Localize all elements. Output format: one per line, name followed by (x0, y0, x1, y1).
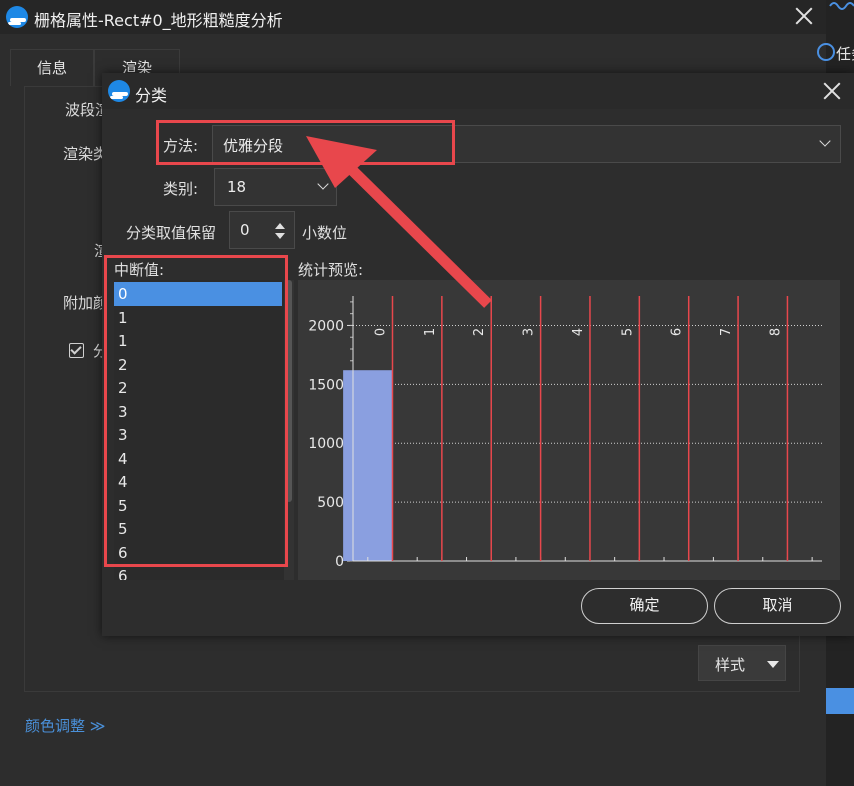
window-titlebar: 栅格属性-Rect#0_地形粗糙度分析 (0, 0, 826, 34)
chevron-down-icon (819, 135, 831, 147)
app-logo-icon (108, 80, 130, 102)
break-line-label: 5 (620, 328, 635, 336)
preview-label: 统计预览: (298, 261, 364, 279)
break-line-label: 8 (768, 328, 783, 336)
chevron-down-icon (317, 178, 329, 190)
method-highlight-box (156, 120, 455, 165)
decimal-label: 分类取值保留 (126, 224, 217, 242)
app-logo-icon (6, 6, 28, 28)
break-line-label: 1 (423, 328, 438, 336)
histogram-preview: 0 500 1000 1500 2000 0 1 2 3 4 5 6 7 8 (298, 280, 840, 580)
y-tick-label: 500 (317, 495, 344, 511)
break-line-label: 4 (571, 328, 586, 336)
decimal-unit: 小数位 (302, 224, 348, 242)
option-checkbox[interactable] (69, 343, 84, 358)
dialog-titlebar: 分类 (102, 73, 854, 109)
count-label: 类别: (163, 180, 199, 198)
decimal-spinbox[interactable]: 0 (229, 211, 295, 249)
close-icon[interactable] (794, 6, 814, 26)
tab-info[interactable]: 信息 (10, 49, 94, 86)
window-title: 栅格属性-Rect#0_地形粗糙度分析 (34, 11, 283, 30)
style-button-label: 样式 (715, 656, 746, 674)
histogram-chart: 0 500 1000 1500 2000 0 1 2 3 4 5 6 7 8 (308, 296, 822, 570)
decimal-value: 0 (240, 221, 250, 239)
dialog-title: 分类 (135, 86, 168, 105)
wave-icon (829, 2, 854, 10)
task-label: 任务 (836, 45, 854, 63)
cancel-button[interactable]: 取消 (714, 588, 841, 624)
histogram-bar (343, 370, 393, 561)
classify-dialog: 分类 方法: 优雅分段 类别: 18 分类取值保留 0 小数位 中断值: 011… (102, 73, 854, 636)
count-select[interactable]: 18 (214, 168, 337, 206)
count-value: 18 (227, 178, 247, 196)
task-selection-bar (826, 688, 854, 714)
y-tick-label: 1000 (308, 436, 344, 452)
caret-down-icon (767, 661, 779, 668)
break-line-label: 2 (472, 328, 487, 336)
task-icon[interactable] (817, 43, 835, 61)
spin-arrows-icon[interactable] (273, 220, 287, 242)
break-line-label: 0 (373, 328, 388, 336)
y-tick-label: 0 (335, 554, 344, 570)
break-line-label: 7 (719, 328, 734, 336)
breaks-highlight-box (104, 255, 288, 567)
color-adjust-link[interactable]: 颜色调整 ≫ (25, 715, 105, 736)
break-line-label: 3 (522, 328, 537, 336)
y-tick-label: 2000 (308, 318, 344, 334)
close-icon[interactable] (822, 81, 842, 101)
style-dropdown-button[interactable]: 样式 (698, 645, 786, 681)
break-line-label: 6 (670, 328, 685, 336)
y-tick-label: 1500 (308, 377, 344, 393)
ok-button[interactable]: 确定 (581, 588, 708, 624)
